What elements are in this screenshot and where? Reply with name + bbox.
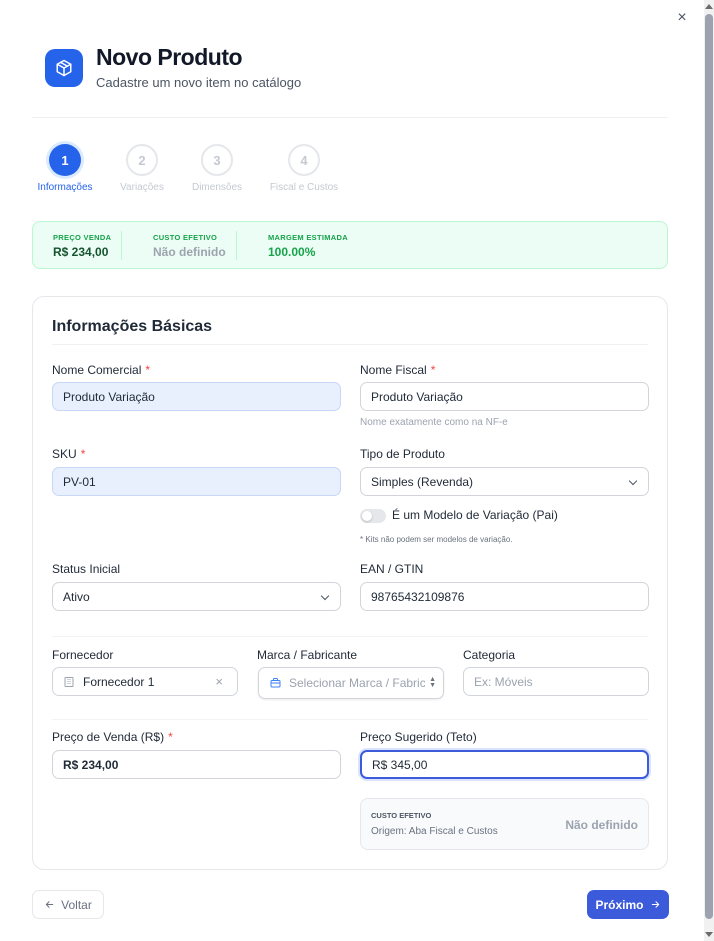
status-inicial-label: Status Inicial bbox=[52, 562, 121, 576]
nome-fiscal-input[interactable]: Produto Variação bbox=[360, 382, 649, 411]
summary-price-value: R$ 234,00 bbox=[53, 245, 109, 259]
status-inicial-select[interactable]: Ativo bbox=[52, 582, 341, 611]
tipo-produto-select[interactable]: Simples (Revenda) bbox=[360, 467, 649, 496]
tipo-produto-label: Tipo de Produto bbox=[360, 447, 445, 461]
chevron-down-icon bbox=[320, 591, 330, 601]
variation-hint: * Kits não podem ser modelos de variação… bbox=[360, 535, 513, 544]
step-number: 3 bbox=[201, 144, 233, 176]
sku-input[interactable]: PV-01 bbox=[52, 467, 341, 496]
sort-arrows-icon: ▲ ▼ bbox=[429, 676, 436, 689]
nome-fiscal-label: Nome Fiscal * bbox=[360, 363, 436, 377]
scroll-up-arrow-icon[interactable] bbox=[705, 4, 713, 9]
ean-input[interactable]: 98765432109876 bbox=[360, 582, 649, 611]
preco-venda-label: Preço de Venda (R$) * bbox=[52, 730, 173, 744]
step-dimensoes[interactable]: 3 Dimensões bbox=[172, 144, 262, 193]
fornecedor-select[interactable]: Fornecedor 1 × bbox=[52, 667, 238, 696]
tipo-produto-value: Simples (Revenda) bbox=[371, 474, 474, 489]
nome-comercial-label: Nome Comercial * bbox=[52, 363, 151, 377]
close-icon[interactable]: × bbox=[674, 10, 690, 26]
sku-label: SKU * bbox=[52, 447, 86, 461]
summary-cost-label: CUSTO EFETIVO bbox=[153, 233, 218, 242]
ean-label: EAN / GTIN bbox=[360, 562, 424, 576]
row-divider bbox=[52, 719, 648, 720]
summary-margin: MARGEM ESTIMADA 100.00% bbox=[268, 233, 348, 259]
back-button-label: Voltar bbox=[61, 897, 92, 912]
summary-margin-value: 100.00% bbox=[268, 245, 316, 259]
nome-comercial-input[interactable]: Produto Variação bbox=[52, 382, 341, 411]
next-button[interactable]: Próximo bbox=[587, 890, 669, 919]
status-inicial-value: Ativo bbox=[63, 589, 90, 604]
header-divider bbox=[32, 117, 668, 118]
custo-efetivo-value: Não definido bbox=[565, 818, 638, 832]
summary-separator bbox=[236, 231, 237, 260]
custo-efetivo-box: CUSTO EFETIVO Origem: Aba Fiscal e Custo… bbox=[360, 798, 649, 850]
preco-sugerido-label: Preço Sugerido (Teto) bbox=[360, 730, 477, 744]
step-number: 2 bbox=[126, 144, 158, 176]
scrollbar-thumb[interactable] bbox=[705, 14, 713, 919]
summary-separator bbox=[121, 231, 122, 260]
categoria-label: Categoria bbox=[463, 648, 516, 662]
briefcase-icon bbox=[269, 677, 282, 689]
summary-margin-label: MARGEM ESTIMADA bbox=[268, 233, 348, 242]
section-divider bbox=[52, 344, 648, 345]
package-icon bbox=[45, 49, 83, 87]
variation-toggle-label: É um Modelo de Variação (Pai) bbox=[392, 508, 558, 522]
row-divider bbox=[52, 636, 648, 637]
arrow-right-icon bbox=[650, 899, 661, 910]
preco-sugerido-input[interactable]: R$ 345,00 bbox=[360, 750, 649, 779]
scroll-down-arrow-icon[interactable] bbox=[705, 932, 713, 937]
variation-toggle[interactable] bbox=[360, 509, 386, 523]
preco-venda-input[interactable]: R$ 234,00 bbox=[52, 750, 341, 779]
summary-price-label: PREÇO VENDA bbox=[53, 233, 112, 242]
chevron-down-icon bbox=[628, 476, 638, 486]
page-subtitle: Cadastre um novo item no catálogo bbox=[96, 75, 302, 90]
nome-fiscal-hint: Nome exatamente como na NF-e bbox=[360, 417, 508, 428]
next-button-label: Próximo bbox=[595, 897, 644, 912]
step-fiscal-custos[interactable]: 4 Fiscal e Custos bbox=[259, 144, 349, 193]
building-icon bbox=[63, 676, 75, 688]
toggle-knob bbox=[362, 511, 372, 521]
step-label: Dimensões bbox=[191, 182, 243, 193]
scrollbar[interactable] bbox=[704, 0, 714, 941]
back-button[interactable]: Voltar bbox=[32, 890, 104, 919]
marca-select[interactable]: Selecionar Marca / Fabricante ▲▼ bbox=[258, 667, 444, 699]
arrow-left-icon bbox=[44, 899, 55, 910]
fornecedor-label: Fornecedor bbox=[52, 648, 114, 662]
custo-efetivo-label: CUSTO EFETIVO bbox=[371, 811, 432, 820]
page-title: Novo Produto bbox=[96, 44, 243, 70]
categoria-input[interactable]: Ex: Móveis bbox=[463, 667, 649, 696]
step-label: Fiscal e Custos bbox=[269, 182, 339, 193]
price-summary-bar: PREÇO VENDA R$ 234,00 CUSTO EFETIVO Não … bbox=[32, 221, 668, 269]
section-title: Informações Básicas bbox=[52, 318, 213, 335]
summary-cost-value: Não definido bbox=[153, 245, 226, 259]
marca-label: Marca / Fabricante bbox=[257, 648, 358, 662]
custo-efetivo-origin: Origem: Aba Fiscal e Custos bbox=[371, 826, 498, 837]
step-number: 1 bbox=[49, 144, 81, 176]
marca-placeholder: Selecionar Marca / Fabricante bbox=[289, 676, 425, 690]
summary-cost: CUSTO EFETIVO Não definido bbox=[153, 233, 226, 259]
summary-price: PREÇO VENDA R$ 234,00 bbox=[53, 233, 111, 259]
clear-icon[interactable]: × bbox=[215, 674, 223, 689]
fornecedor-value: Fornecedor 1 bbox=[83, 674, 155, 689]
step-number: 4 bbox=[288, 144, 320, 176]
